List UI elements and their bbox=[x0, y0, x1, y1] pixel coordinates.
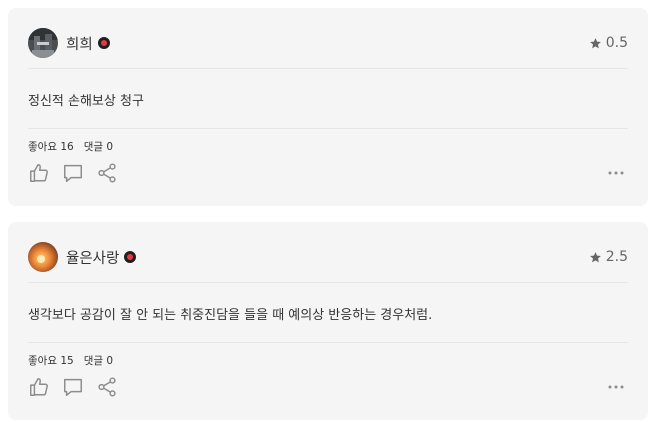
review-header: 희희 0.5 bbox=[28, 28, 628, 58]
divider bbox=[28, 128, 628, 129]
review-header: 율은사랑 2.5 bbox=[28, 242, 628, 272]
share-button[interactable] bbox=[96, 162, 118, 184]
thumbs-up-icon bbox=[30, 378, 48, 396]
comment-button[interactable] bbox=[62, 376, 84, 398]
review-stats: 좋아요 16 댓글 0 bbox=[28, 139, 113, 154]
share-icon bbox=[98, 163, 116, 183]
avatar[interactable] bbox=[28, 242, 58, 272]
review-stats: 좋아요 15 댓글 0 bbox=[28, 353, 113, 368]
user-badge-icon bbox=[97, 37, 110, 49]
comments-label: 댓글 bbox=[83, 141, 104, 153]
review-card: 희희 0.5 정신적 손해보상 청구 좋아요 16 댓글 0 bbox=[8, 8, 648, 206]
divider bbox=[28, 342, 628, 343]
review-card: 율은사랑 2.5 생각보다 공감이 잘 안 되는 취중진담을 들을 때 예의상 … bbox=[8, 222, 648, 420]
likes-label: 좋아요 bbox=[28, 355, 57, 367]
review-actions bbox=[28, 162, 130, 184]
divider bbox=[28, 282, 628, 283]
thumbs-up-icon bbox=[30, 164, 48, 182]
star-icon bbox=[589, 37, 601, 48]
likes-count: 15 bbox=[60, 355, 74, 367]
comments-stat: 댓글 0 bbox=[84, 353, 113, 368]
rating: 0.5 bbox=[589, 35, 628, 51]
review-text: 정신적 손해보상 청구 bbox=[28, 94, 144, 109]
avatar[interactable] bbox=[28, 28, 58, 58]
review-text: 생각보다 공감이 잘 안 되는 취중진담을 들을 때 예의상 반응하는 경우처럼… bbox=[28, 308, 433, 323]
username[interactable]: 희희 bbox=[66, 33, 93, 54]
comment-button[interactable] bbox=[62, 162, 84, 184]
rating-value: 0.5 bbox=[605, 35, 628, 51]
more-icon[interactable] bbox=[608, 385, 624, 389]
username[interactable]: 율은사랑 bbox=[66, 247, 119, 268]
star-icon bbox=[589, 251, 601, 262]
share-button[interactable] bbox=[96, 376, 118, 398]
more-icon[interactable] bbox=[608, 171, 624, 175]
rating-value: 2.5 bbox=[605, 249, 628, 265]
comment-icon bbox=[64, 378, 82, 396]
review-actions bbox=[28, 376, 130, 398]
likes-label: 좋아요 bbox=[28, 141, 57, 153]
user-badge-icon bbox=[124, 251, 137, 263]
comments-count: 0 bbox=[106, 141, 114, 153]
comments-stat: 댓글 0 bbox=[84, 139, 113, 154]
like-button[interactable] bbox=[28, 162, 50, 184]
likes-count: 16 bbox=[60, 141, 74, 153]
comments-count: 0 bbox=[106, 355, 114, 367]
rating: 2.5 bbox=[589, 249, 628, 265]
likes-stat: 좋아요 15 bbox=[28, 353, 74, 368]
likes-stat: 좋아요 16 bbox=[28, 139, 74, 154]
divider bbox=[28, 68, 628, 69]
like-button[interactable] bbox=[28, 376, 50, 398]
review-list: 희희 0.5 정신적 손해보상 청구 좋아요 16 댓글 0 율은사랑 2.5 … bbox=[0, 0, 650, 422]
comments-label: 댓글 bbox=[83, 355, 104, 367]
share-icon bbox=[98, 377, 116, 397]
comment-icon bbox=[64, 164, 82, 182]
